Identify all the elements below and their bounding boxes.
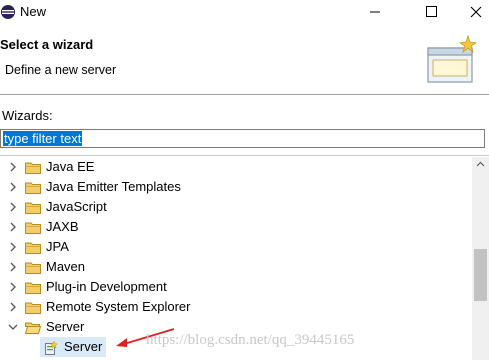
window-title: New	[20, 4, 47, 19]
chevron-down-icon[interactable]	[8, 322, 18, 332]
page-title: Select a wizard	[0, 37, 94, 52]
vertical-scrollbar[interactable]	[472, 157, 489, 360]
open-folder-icon	[25, 322, 41, 334]
new-wizard-banner-icon	[427, 34, 478, 83]
folder-icon	[25, 182, 41, 194]
tree-item-label: JavaScript	[46, 199, 107, 214]
folder-icon	[25, 162, 41, 174]
tree-item-java-ee[interactable]: Java EE	[0, 157, 470, 177]
folder-icon	[25, 302, 41, 314]
chevron-right-icon[interactable]	[8, 242, 18, 252]
chevron-right-icon[interactable]	[8, 222, 18, 232]
tree-item-label: Remote System Explorer	[46, 299, 191, 314]
folder-icon	[25, 202, 41, 214]
chevron-right-icon[interactable]	[8, 202, 18, 212]
tree-item-label: JPA	[46, 239, 69, 254]
title-bar: New	[0, 0, 489, 24]
tree-item-javascript[interactable]: JavaScript	[0, 197, 470, 217]
filter-selected-text[interactable]: type filter text	[3, 131, 83, 146]
tree-item-maven[interactable]: Maven	[0, 257, 470, 277]
tree-item-label: Server	[64, 339, 103, 354]
minimize-button[interactable]	[352, 0, 398, 24]
tree-item-label: JAXB	[46, 219, 79, 234]
page-description: Define a new server	[5, 63, 117, 77]
tree-item-jpa[interactable]: JPA	[0, 237, 470, 257]
eclipse-app-icon	[1, 5, 15, 19]
tree-item-java-emitter-templates[interactable]: Java Emitter Templates	[0, 177, 470, 197]
header-separator	[0, 94, 489, 95]
wizards-label: Wizards:	[2, 108, 53, 123]
scrollbar-thumb[interactable]	[474, 249, 487, 301]
chevron-right-icon[interactable]	[8, 282, 18, 292]
tree-item-plug-in-development[interactable]: Plug-in Development	[0, 277, 470, 297]
close-icon	[470, 6, 481, 18]
tree-item-label: Server	[46, 319, 85, 334]
tree-item-label: Plug-in Development	[46, 279, 167, 294]
chevron-right-icon[interactable]	[8, 262, 18, 272]
maximize-button[interactable]	[408, 0, 454, 24]
watermark: https://blog.csdn.net/qq_39445165	[146, 332, 355, 348]
server-wizard-icon	[45, 340, 59, 355]
wizard-tree[interactable]: Java EE Java Emitter Templates JavaScrip…	[0, 155, 489, 360]
chevron-right-icon[interactable]	[8, 182, 18, 192]
scroll-up-arrow-icon[interactable]	[472, 157, 489, 171]
folder-icon	[25, 282, 41, 294]
folder-icon	[25, 242, 41, 254]
maximize-icon	[426, 6, 437, 17]
tree-item-label: Java EE	[46, 159, 95, 174]
tree-item-label: Maven	[46, 259, 86, 274]
minimize-icon	[370, 11, 380, 13]
wizard-filter-input[interactable]: type filter text	[0, 129, 485, 148]
folder-icon	[25, 222, 41, 234]
tree-item-remote-system-explorer[interactable]: Remote System Explorer	[0, 297, 470, 317]
chevron-right-icon[interactable]	[8, 162, 18, 172]
close-button[interactable]	[452, 0, 489, 24]
tree-item-label: Java Emitter Templates	[46, 179, 181, 194]
folder-icon	[25, 262, 41, 274]
chevron-right-icon[interactable]	[8, 302, 18, 312]
wizard-header: Select a wizard Define a new server	[0, 24, 489, 94]
tree-item-jaxb[interactable]: JAXB	[0, 217, 470, 237]
